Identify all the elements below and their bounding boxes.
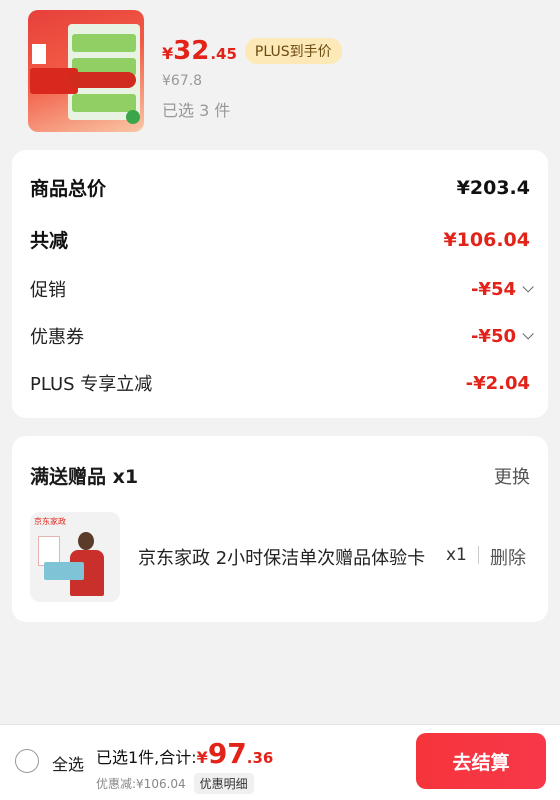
summary-row-reduced: 共减 ¥106.04 [30,226,530,253]
gift-brand: 京东家政 [34,517,66,526]
change-gift-button[interactable]: 更换 [494,463,530,489]
price-integer: 32 [173,36,210,66]
gift-quantity: x1 [446,545,467,565]
summary-row-plus: PLUS 专享立减 -¥2.04 [30,370,530,396]
row-label: 共减 [30,230,69,252]
thumb-pill [68,72,136,88]
divider [478,546,479,564]
summary-row-total: 商品总价 ¥203.4 [30,174,530,201]
price-decimal: .45 [210,45,237,63]
gift-title: 满送赠品 x1 [30,466,139,488]
row-label: PLUS 专享立减 [30,374,153,395]
total-integer: 97 [207,737,247,770]
delete-gift-button[interactable]: 删除 [490,544,526,570]
total-decimal: .36 [246,749,274,767]
gift-name[interactable]: 京东家政 2小时保洁单次赠品体验卡 [138,544,438,570]
summary-row-coupon[interactable]: 优惠券 -¥50 [30,323,534,349]
total-label: 已选1件,合计: [96,748,197,767]
row-label: 优惠券 [30,327,84,348]
gift-thumbnail[interactable]: 京东家政 [30,512,120,602]
row-value: -¥2.04 [465,372,530,394]
thumb-circle [126,110,140,124]
chevron-down-icon[interactable] [522,328,534,340]
gift-person [78,532,94,550]
original-price: ¥67.8 [162,73,203,89]
select-all-radio[interactable] [15,749,39,773]
discount-line: 优惠减:¥106.04 优惠明细 [96,773,254,794]
thumb-pack [72,34,136,52]
price-summary-card: 商品总价 ¥203.4 共减 ¥106.04 促销 -¥54 优惠券 -¥50 … [12,150,548,418]
checkout-bar: 全选 已选1件,合计: ¥ 97 .36 优惠减:¥106.04 优惠明细 去结… [0,724,560,800]
row-value-wrap: -¥50 [470,325,534,347]
total-symbol: ¥ [196,748,208,767]
summary-row-promotion[interactable]: 促销 -¥54 [30,276,534,302]
thumb-pack [72,94,136,112]
row-value: -¥54 [470,278,516,300]
row-value: ¥106.04 [443,228,530,251]
product-thumbnail[interactable] [28,10,144,132]
discount-text: 优惠减:¥106.04 [96,777,186,791]
gift-box [44,562,84,580]
selected-count: 已选 3 件 [162,101,231,120]
select-all-label[interactable]: 全选 [52,751,84,775]
chevron-down-icon[interactable] [522,281,534,293]
price-symbol: ¥ [162,44,174,63]
row-label: 促销 [30,280,66,301]
thumb-badge [32,44,46,64]
discount-detail-button[interactable]: 优惠明细 [193,773,254,794]
checkout-button[interactable]: 去结算 [416,733,546,789]
product-section: ¥ 32 .45 PLUS到手价 ¥67.8 已选 3 件 [0,0,560,150]
total-price: 已选1件,合计: ¥ 97 .36 [96,737,273,770]
row-value: -¥50 [470,325,516,347]
plus-price-badge: PLUS到手价 [244,38,342,64]
product-price: ¥ 32 .45 PLUS到手价 [162,36,342,66]
row-value-wrap: -¥54 [470,278,534,300]
row-label: 商品总价 [30,178,107,200]
gift-card: 满送赠品 x1 更换 京东家政 京东家政 2小时保洁单次赠品体验卡 x1 删除 [12,436,548,622]
row-value: ¥203.4 [456,176,530,199]
